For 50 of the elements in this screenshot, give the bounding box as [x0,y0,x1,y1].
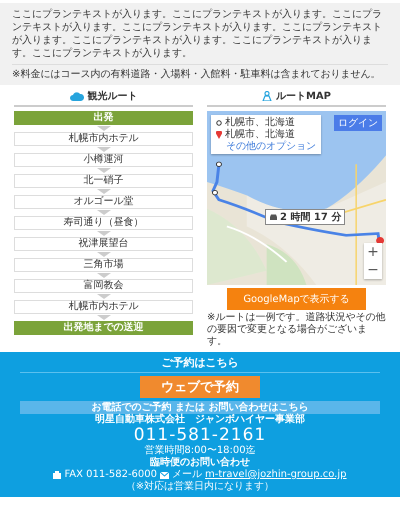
zoom-in-button[interactable]: + [364,243,382,261]
pin-icon [216,130,222,138]
route-heading: 観光ルート [88,90,138,103]
fax-number: FAX 011-582-6000 [64,469,157,480]
phone-banner: お電話でのご予約 または お問い合わせはこちら [20,401,380,414]
route-note: ※ルートは一例です。道路状況やその他の要因で変更となる場合がございます。 [207,312,386,348]
contact-note: （※対応は営業日内になります） [126,481,274,493]
google-map-button[interactable]: GoogleMapで表示する [227,288,366,310]
plan-text: ここにプランテキストが入ります。ここにプランテキストが入ります。ここにプランテキストが入ります。ここにプランテキストが入ります。ここにプランテキストが入ります。ここにプランテキストが入ります。ここにプランテキストが入ります。ここにプランテキストが入ります。 [12,8,383,60]
route-stop: 札幌市内ホテル [14,300,193,314]
down-arrow-icon [96,147,110,152]
route-stop: 出発地までの送迎 [14,321,193,335]
down-arrow-icon [96,294,110,299]
login-button[interactable]: ログイン [334,115,382,131]
email-link[interactable]: m-travel@jozhin-group.co.jp [205,469,347,481]
route-stop: 小樽運河 [14,153,193,167]
down-arrow-icon [96,189,110,194]
down-arrow-icon [96,126,110,131]
route-stop: オルゴール堂 [14,195,193,209]
down-arrow-icon [96,273,110,278]
down-arrow-icon [96,252,110,257]
company-name: 明星自動車株式会社 ジャンボハイヤー事業部 [95,414,305,426]
origin-icon [216,120,222,126]
map-heading: ルートMAP [276,90,332,103]
web-booking-button[interactable]: ウェブで予約 [140,376,260,398]
route-stop: 富岡教会 [14,279,193,293]
route-stop: 札幌市内ホテル [14,132,193,146]
zoom-out-button[interactable]: − [364,261,382,279]
business-hours: 営業時間8:00〜18:00迄 [144,445,256,456]
fee-note: ※料金にはコース内の有料道路・入場料・入館料・駐車料は含まれておりません。 [12,69,382,81]
down-arrow-icon [96,210,110,215]
route-stop: 寿司通り（昼食） [14,216,193,230]
duration-text: 2 時間 17 分 [280,210,342,224]
route-stop: 北一硝子 [14,174,193,188]
origin-text: 札幌市、北海道 [225,117,295,128]
cloud-icon [70,92,84,100]
destination-text: 札幌市、北海道 [225,129,295,140]
down-arrow-icon [96,168,110,173]
route-stop: 祝津展望台 [14,237,193,251]
options-link[interactable]: その他のオプション [226,141,316,152]
down-arrow-icon [96,231,110,236]
route-stop: 三角市場 [14,258,193,272]
phone-number: 011-581-2161 [134,426,266,445]
mail-label: メール [172,469,202,480]
down-arrow-icon [96,315,110,320]
route-stop: 出発 [14,111,193,125]
contact-title: 臨時便のお問い合わせ [150,457,250,469]
booking-title: ご予約はこちら [20,355,380,373]
person-icon [262,91,272,101]
mail-icon [160,472,169,478]
